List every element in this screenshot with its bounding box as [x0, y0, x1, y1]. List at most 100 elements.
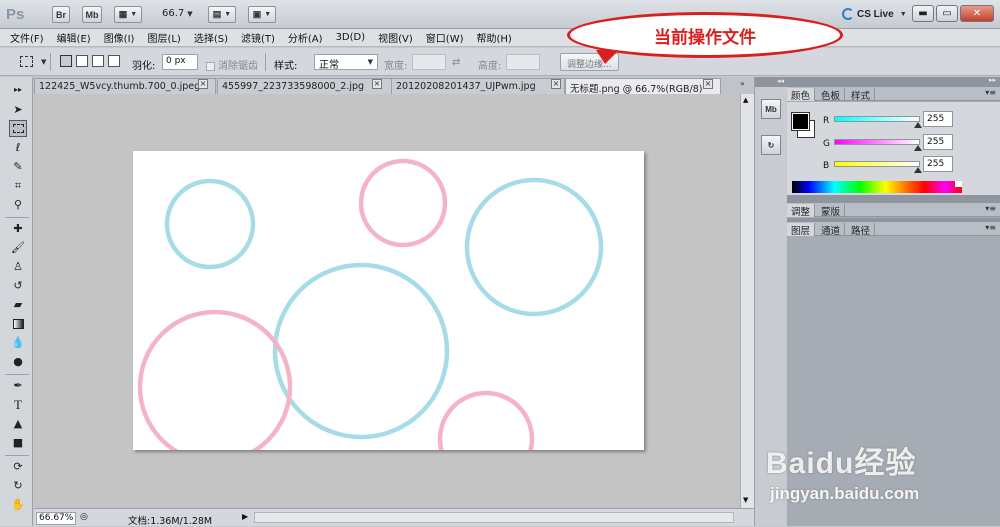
swap-icon[interactable]: ⇄ — [452, 57, 460, 68]
eraser-tool-icon[interactable]: ▰ — [9, 296, 27, 313]
zoom-level-dropdown[interactable]: 66.7 ▼ — [162, 8, 193, 19]
blue-value-input[interactable]: 255 — [923, 156, 953, 172]
3d-orbit-tool-icon[interactable]: ↻ — [9, 477, 27, 494]
slider-thumb[interactable] — [914, 145, 922, 151]
type-tool-icon[interactable]: T — [9, 396, 27, 413]
menu-view[interactable]: 视图(V) — [378, 30, 413, 45]
red-value-input[interactable]: 255 — [923, 111, 953, 127]
feather-input[interactable]: 0 px — [162, 54, 198, 70]
tab-color[interactable]: 颜色 — [787, 88, 816, 102]
menu-filter[interactable]: 滤镜(T) — [241, 30, 275, 45]
3d-rotate-tool-icon[interactable]: ⟳ — [9, 458, 27, 475]
brush-tool-icon[interactable]: 🖌 — [9, 239, 27, 256]
subtract-selection-icon[interactable] — [92, 55, 104, 67]
arrange-documents-button[interactable]: ▤ ▼ — [208, 6, 236, 23]
eyedropper-tool-icon[interactable]: ⚲ — [9, 196, 27, 213]
dock-collapse-icon[interactable]: ◂◂ — [755, 77, 787, 87]
gradient-tool-icon[interactable] — [9, 315, 27, 332]
document-canvas[interactable] — [133, 151, 644, 450]
shape-tool-icon[interactable]: ■ — [9, 434, 27, 451]
cs-live-button[interactable]: CS Live ▼ — [842, 8, 907, 20]
path-selection-tool-icon[interactable]: ▲ — [9, 415, 27, 432]
crop-tool-icon[interactable]: ⌗ — [9, 177, 27, 194]
mini-bridge-panel-icon[interactable]: Mb — [761, 99, 781, 119]
menu-layer[interactable]: 图层(L) — [147, 30, 180, 45]
tab-paths[interactable]: 路径 — [847, 223, 876, 237]
tab-document-3[interactable]: 20120208201437_UJPwm.jpg — [391, 78, 565, 94]
tab-document-active[interactable]: 无标题.png @ 66.7%(RGB/8) — [565, 78, 721, 94]
rect-marquee-tool-icon[interactable] — [9, 120, 27, 137]
chevron-down-icon[interactable]: ▼ — [41, 58, 46, 66]
height-input[interactable] — [506, 54, 540, 70]
style-select[interactable]: 正常 ▼ — [314, 54, 378, 71]
pen-tool-icon[interactable]: ✒ — [9, 377, 27, 394]
antialias-checkbox[interactable]: 消除锯齿 — [206, 57, 258, 72]
history-brush-tool-icon[interactable]: ↺ — [9, 277, 27, 294]
menu-file[interactable]: 文件(F) — [10, 30, 44, 45]
dodge-tool-icon[interactable]: ● — [9, 353, 27, 370]
blue-slider[interactable] — [834, 161, 920, 167]
tab-overflow-icon[interactable]: » — [740, 79, 745, 88]
view-extras-button[interactable]: ▦ ▼ — [114, 6, 142, 23]
slider-thumb[interactable] — [914, 122, 922, 128]
panel-menu-icon[interactable]: ▾≡ — [985, 204, 996, 213]
close-icon[interactable]: × — [372, 79, 382, 89]
menu-help[interactable]: 帮助(H) — [477, 30, 512, 45]
tab-adjustments[interactable]: 调整 — [787, 204, 816, 218]
screen-mode-button[interactable]: ▣ ▼ — [248, 6, 276, 23]
foreground-color-swatch[interactable] — [791, 112, 810, 131]
add-selection-icon[interactable] — [76, 55, 88, 67]
color-spectrum-bar[interactable] — [792, 181, 962, 193]
width-input[interactable] — [412, 54, 446, 70]
history-panel-icon[interactable]: ↻ — [761, 135, 781, 155]
blur-tool-icon[interactable]: 💧 — [9, 334, 27, 351]
close-button[interactable]: ✕ — [960, 5, 994, 22]
clone-stamp-tool-icon[interactable]: ♙ — [9, 258, 27, 275]
canvas-area[interactable] — [34, 94, 740, 508]
slider-thumb[interactable] — [914, 167, 922, 173]
green-slider[interactable] — [834, 139, 920, 145]
tab-layers[interactable]: 图层 — [787, 223, 816, 237]
scroll-up-icon[interactable]: ▲ — [743, 96, 748, 104]
width-label: 宽度: — [384, 61, 408, 72]
mini-bridge-button[interactable]: Mb — [82, 6, 102, 23]
close-icon[interactable]: × — [703, 79, 713, 89]
horizontal-scrollbar[interactable] — [254, 512, 734, 523]
minimize-button[interactable]: ▬ — [912, 5, 934, 22]
white-swatch[interactable] — [955, 181, 962, 187]
menu-edit[interactable]: 编辑(E) — [57, 30, 91, 45]
status-zoom-field[interactable]: 66.67% — [36, 512, 76, 525]
hand-tool-icon[interactable]: ✋ — [9, 496, 27, 513]
red-slider[interactable] — [834, 116, 920, 122]
tab-channels[interactable]: 通道 — [817, 223, 846, 237]
intersect-selection-icon[interactable] — [108, 55, 120, 67]
menu-image[interactable]: 图像(I) — [104, 30, 135, 45]
collapse-panels-icon[interactable]: ▸▸ — [989, 76, 996, 84]
new-selection-icon[interactable] — [60, 55, 72, 67]
maximize-button[interactable]: ▭ — [936, 5, 958, 22]
close-icon[interactable]: × — [198, 79, 208, 89]
move-tool-icon[interactable]: ➤ — [9, 101, 27, 118]
panel-menu-icon[interactable]: ▾≡ — [985, 223, 996, 232]
menu-window[interactable]: 窗口(W) — [426, 30, 464, 45]
vertical-scrollbar[interactable]: ▲ ▼ — [740, 94, 754, 508]
healing-brush-tool-icon[interactable]: ✚ — [9, 220, 27, 237]
panel-menu-icon[interactable]: ▾≡ — [985, 88, 996, 97]
menu-analysis[interactable]: 分析(A) — [288, 30, 323, 45]
green-value-input[interactable]: 255 — [923, 134, 953, 150]
tab-swatches[interactable]: 色板 — [817, 88, 846, 102]
tab-masks[interactable]: 蒙版 — [817, 204, 846, 218]
bridge-button[interactable]: Br — [52, 6, 70, 23]
quick-selection-tool-icon[interactable]: ✎ — [9, 158, 27, 175]
collapse-toolbar-icon[interactable]: ▸▸ — [9, 81, 27, 98]
lasso-tool-icon[interactable]: ℓ — [9, 139, 27, 156]
menu-select[interactable]: 选择(S) — [194, 30, 228, 45]
menu-3d[interactable]: 3D(D) — [336, 32, 366, 43]
scroll-down-icon[interactable]: ▼ — [743, 496, 748, 504]
tab-styles[interactable]: 样式 — [847, 88, 876, 102]
rect-marquee-preset-icon[interactable] — [20, 56, 33, 67]
status-info-icon[interactable]: ◎ — [80, 512, 88, 522]
close-icon[interactable]: × — [551, 79, 561, 89]
tab-document-1[interactable]: 122425_W5vcy.thumb.700_0.jpeg — [34, 78, 216, 94]
status-menu-icon[interactable]: ▶ — [242, 512, 248, 521]
